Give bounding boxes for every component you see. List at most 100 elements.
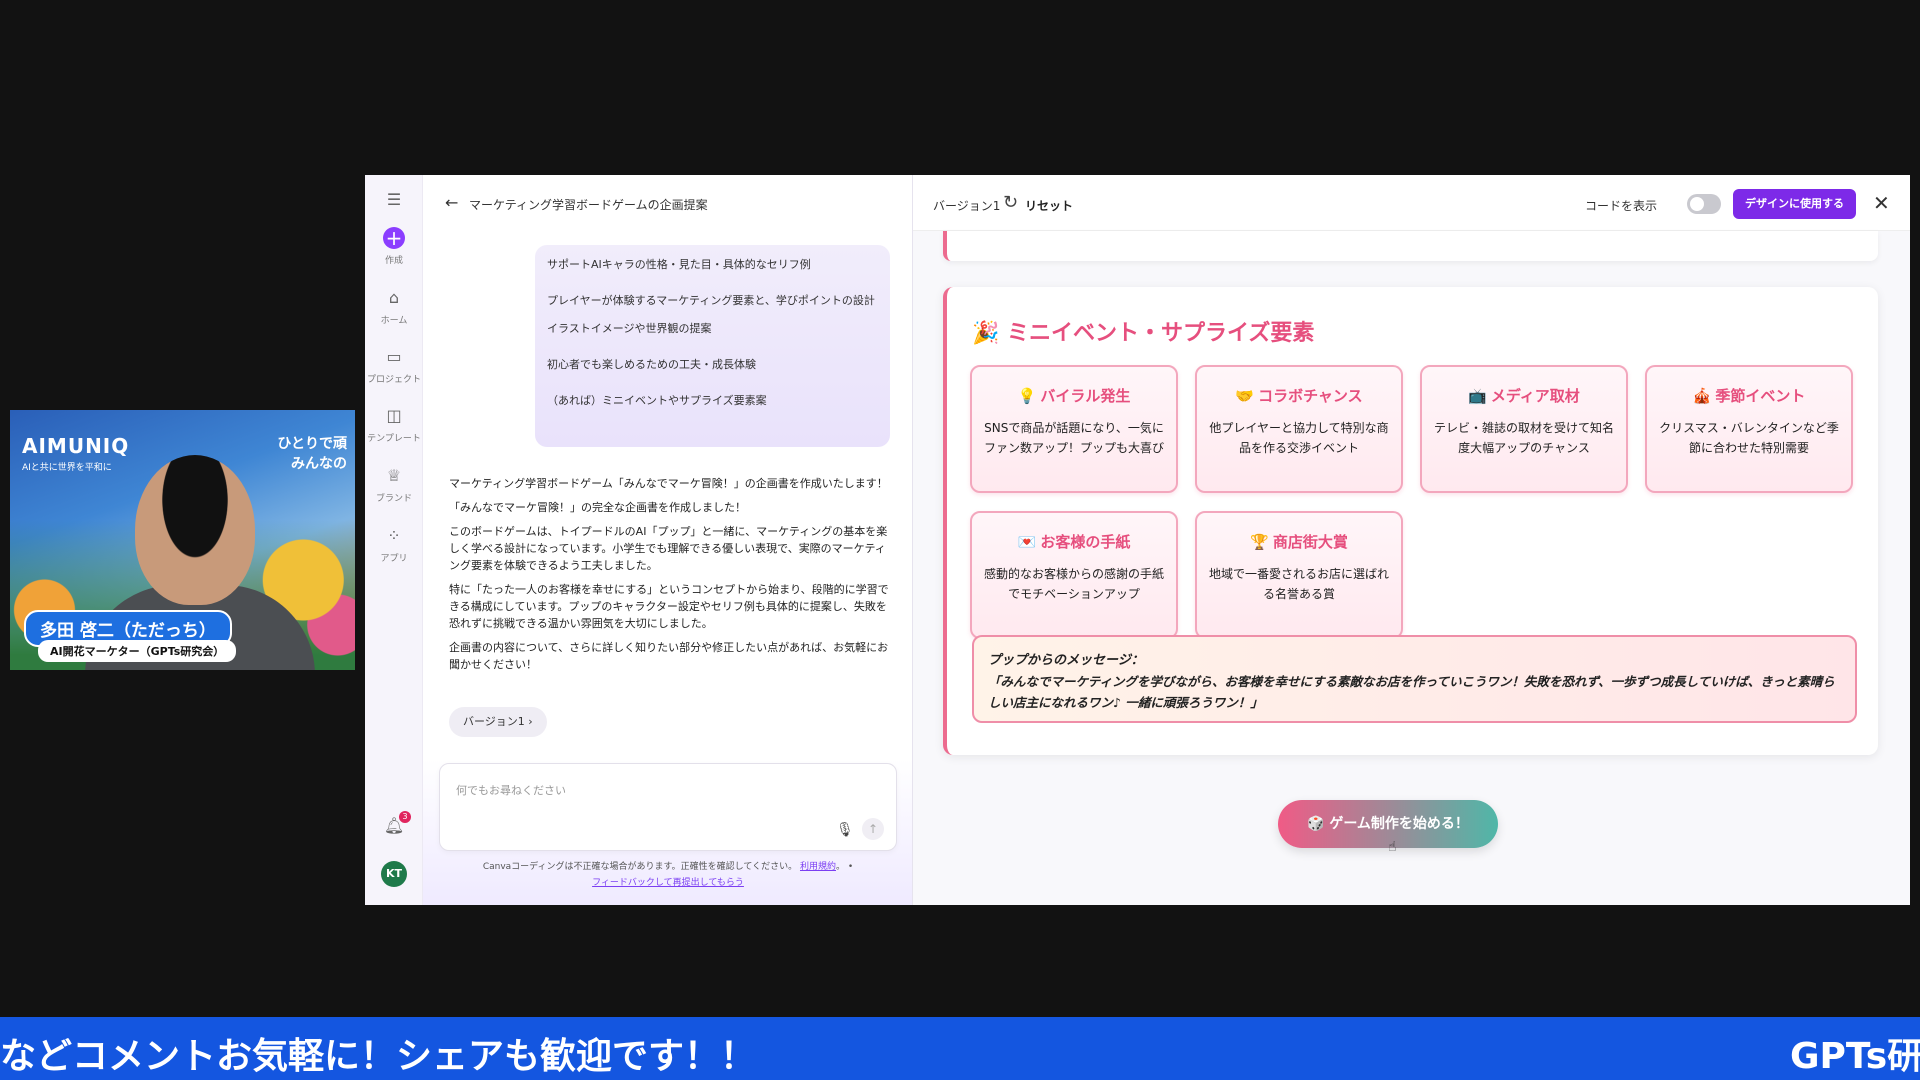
- user-message-line: サポートAIキャラの性格・見た目・具体的なセリフ例: [547, 258, 811, 271]
- pup-message: プップからのメッセージ： 「みんなでマーケティングを学びながら、お客様を幸せにす…: [972, 635, 1857, 723]
- rail-item-label: プロジェクト: [366, 375, 421, 385]
- terms-link[interactable]: 利用規約: [800, 862, 836, 872]
- user-message-line: 初心者でも楽しめるための工夫・成長体験: [547, 358, 756, 371]
- send-arrow-icon[interactable]: ↑: [862, 818, 884, 840]
- event-tile: 💌 お客様の手紙 感動的なお客様からの感謝の手紙でモチベーションアップ: [970, 511, 1178, 639]
- user-message-line: （あれば）ミニイベントやサプライズ要素案: [547, 394, 767, 407]
- handshake-icon: 🤝: [1235, 387, 1255, 405]
- user-message-line: プレイヤーが体験するマーケティング要素と、学びポイントの設計: [547, 294, 875, 307]
- event-tile-desc: 他プレイヤーと協力して特別な商品を作る交渉イベント: [1209, 421, 1389, 455]
- assistant-paragraph: 企画書の内容について、さらに詳しく知りたい部分や修正したい点があれば、お気軽にお…: [449, 641, 889, 671]
- rail-item-label: アプリ: [380, 554, 408, 564]
- rail-item-create[interactable]: + 作成: [365, 227, 423, 266]
- event-tile-title: コラボチャンス: [1258, 387, 1363, 405]
- channel-logo: AIMUNIQ: [22, 434, 130, 458]
- event-tile-desc: クリスマス・バレンタインなど季節に合わせた特別需要: [1659, 421, 1839, 455]
- rail-item-label: 作成: [384, 256, 403, 266]
- preview-panel: バージョン1 ↻ リセット コードを表示 デザインに使用する ✕ 🎉 ミニイベン…: [913, 175, 1910, 905]
- stream-ticker: などコメントお気軽に！シェアも歓迎です！！ GPTs研: [0, 1017, 1920, 1080]
- rail-item-label: ブランド: [375, 494, 412, 504]
- hamburger-icon: ☰: [386, 190, 402, 209]
- event-tile-title: 商店街大賞: [1272, 533, 1348, 551]
- event-tile-desc: 地域で一番愛されるお店に選ばれる名誉ある賞: [1208, 567, 1389, 601]
- rail-item-label: ホーム: [380, 316, 408, 326]
- show-code-toggle[interactable]: [1687, 194, 1721, 214]
- event-tile: 💡 バイラル発生 SNSで商品が話題になり、一気にファン数アップ！プップも大喜び: [970, 365, 1178, 493]
- lightbulb-icon: 💡: [1017, 387, 1037, 405]
- chat-input[interactable]: 何でもお尋ねください 🎙︎ ↑: [439, 763, 897, 851]
- user-message: サポートAIキャラの性格・見た目・具体的なセリフ例 プレイヤーが体験するマーケテ…: [535, 245, 890, 447]
- event-tile: 🎪 季節イベント クリスマス・バレンタインなど季節に合わせた特別需要: [1645, 365, 1853, 493]
- apps-icon: ⁘: [387, 526, 401, 545]
- close-icon[interactable]: ✕: [1873, 191, 1890, 215]
- assistant-paragraph: 「みんなでマーケ冒険！」の完全な企画書を作成しました！: [449, 501, 746, 514]
- event-tile-desc: 感動的なお客様からの感謝の手紙でモチベーションアップ: [983, 567, 1164, 601]
- ticker-brand: GPTs研: [1790, 1036, 1920, 1077]
- section-title: 🎉 ミニイベント・サプライズ要素: [972, 321, 1315, 346]
- rail-item-apps[interactable]: ⁘ アプリ: [365, 525, 423, 564]
- rail-item-templates[interactable]: ◫ テンプレート: [365, 405, 423, 444]
- reset-icon[interactable]: ↻: [1003, 192, 1018, 213]
- previous-card-edge: [943, 231, 1878, 261]
- home-icon: ⌂: [388, 288, 400, 307]
- trophy-icon: 🏆: [1250, 533, 1269, 551]
- microphone-icon[interactable]: 🎙︎: [836, 822, 854, 838]
- user-message-line: イラストイメージや世界観の提案: [547, 322, 712, 335]
- event-tile-title: バイラル発生: [1040, 387, 1131, 405]
- folder-icon: ▭: [386, 347, 402, 366]
- menu-toggle[interactable]: ☰: [365, 189, 423, 215]
- presenter-head: [135, 455, 255, 605]
- notifications-button[interactable]: 🔔︎: [365, 815, 423, 841]
- show-code-label: コードを表示: [1585, 199, 1658, 213]
- disclaimer-text: Canvaコーディングは不正確な場合があります。正確性を確認してください。: [482, 862, 798, 872]
- event-tile-title: お客様の手紙: [1040, 533, 1131, 551]
- rail-item-projects[interactable]: ▭ プロジェクト: [365, 346, 423, 385]
- presenter-role: AI開花マーケター（GPTs研究会）: [38, 640, 237, 662]
- template-icon: ◫: [386, 406, 402, 425]
- event-tile-title: 季節イベント: [1715, 387, 1806, 405]
- webcam-overlay: AIMUNIQ AIと共に世界を平和に ひとりで頑 みんなの 多田 啓二（ただっ…: [10, 410, 355, 670]
- feedback-link[interactable]: フィードバックして再提出してもらう: [592, 878, 744, 888]
- channel-logo-subtitle: AIと共に世界を平和に: [22, 463, 112, 473]
- back-arrow-icon[interactable]: ←: [445, 193, 458, 212]
- slogan-line-1: ひとりで頑: [277, 436, 347, 452]
- rail-item-brand[interactable]: ♕ ブランド: [365, 465, 423, 504]
- pup-message-body: 「みんなでマーケティングを学びながら、お客様を幸せにする素敵なお店を作っていこう…: [988, 674, 1835, 710]
- slogan-line-2: みんなの: [291, 456, 347, 472]
- event-tile: 🏆 商店街大賞 地域で一番愛されるお店に選ばれる名誉ある賞: [1195, 511, 1403, 639]
- cursor-icon: ☝: [1388, 839, 1397, 855]
- canva-window: ☰ + 作成 ⌂ ホーム ▭ プロジェクト ◫ テンプレート ♕ ブランド ⁘ …: [365, 175, 1910, 905]
- chat-title: マーケティング学習ボードゲームの企画提案: [469, 198, 708, 212]
- ticker-message: などコメントお気軽に！シェアも歓迎です！！: [0, 1036, 757, 1077]
- event-tile-desc: SNSで商品が話題になり、一気にファン数アップ！プップも大喜び: [983, 421, 1164, 455]
- notification-badge: 3: [399, 811, 411, 823]
- event-tile: 🤝 コラボチャンス 他プレイヤーと協力して特別な商品を作る交渉イベント: [1195, 365, 1403, 493]
- event-tile-title: メディア取材: [1490, 387, 1580, 405]
- tv-icon: 📺: [1468, 387, 1487, 405]
- assistant-paragraph: マーケティング学習ボードゲーム「みんなでマーケ冒険！」の企画書を作成いたします！: [449, 477, 888, 490]
- avatar[interactable]: KT: [381, 861, 407, 887]
- event-tile-desc: テレビ・雑誌の取材を受けて知名度大幅アップのチャンス: [1433, 421, 1614, 455]
- preview-header: バージョン1 ↻ リセット コードを表示 デザインに使用する ✕: [913, 175, 1910, 231]
- rail-item-home[interactable]: ⌂ ホーム: [365, 287, 423, 326]
- use-in-design-button[interactable]: デザインに使用する: [1733, 189, 1856, 219]
- plus-icon: +: [383, 227, 405, 249]
- love-letter-icon: 💌: [1017, 533, 1037, 551]
- brand-icon: ♕: [386, 466, 402, 485]
- assistant-message: マーケティング学習ボードゲーム「みんなでマーケ冒険！」の企画書を作成いたします！…: [449, 475, 889, 680]
- pup-message-title: プップからのメッセージ：: [988, 653, 1144, 668]
- chat-input-placeholder: 何でもお尋ねください: [456, 784, 566, 797]
- rail-item-label: テンプレート: [367, 434, 421, 444]
- reset-button[interactable]: リセット: [1025, 197, 1073, 214]
- left-rail: ☰ + 作成 ⌂ ホーム ▭ プロジェクト ◫ テンプレート ♕ ブランド ⁘ …: [365, 175, 423, 905]
- circus-tent-icon: 🎪: [1692, 387, 1712, 405]
- chat-panel: ← マーケティング学習ボードゲームの企画提案 サポートAIキャラの性格・見た目・…: [423, 175, 913, 905]
- event-tile: 📺 メディア取材 テレビ・雑誌の取材を受けて知名度大幅アップのチャンス: [1420, 365, 1628, 493]
- assistant-paragraph: このボードゲームは、トイプードルのAI「プップ」と一緒に、マーケティングの基本を…: [449, 525, 888, 572]
- mini-event-section: 🎉 ミニイベント・サプライズ要素 💡 バイラル発生 SNSで商品が話題になり、一気…: [943, 287, 1878, 755]
- disclaimer: Canvaコーディングは不正確な場合があります。正確性を確認してください。 利用…: [482, 862, 854, 888]
- version-chip[interactable]: バージョン1 ›: [449, 707, 547, 737]
- chat-header: ← マーケティング学習ボードゲームの企画提案: [423, 175, 913, 231]
- slogan: ひとりで頑 みんなの: [277, 434, 347, 474]
- version-label[interactable]: バージョン1: [933, 197, 1000, 214]
